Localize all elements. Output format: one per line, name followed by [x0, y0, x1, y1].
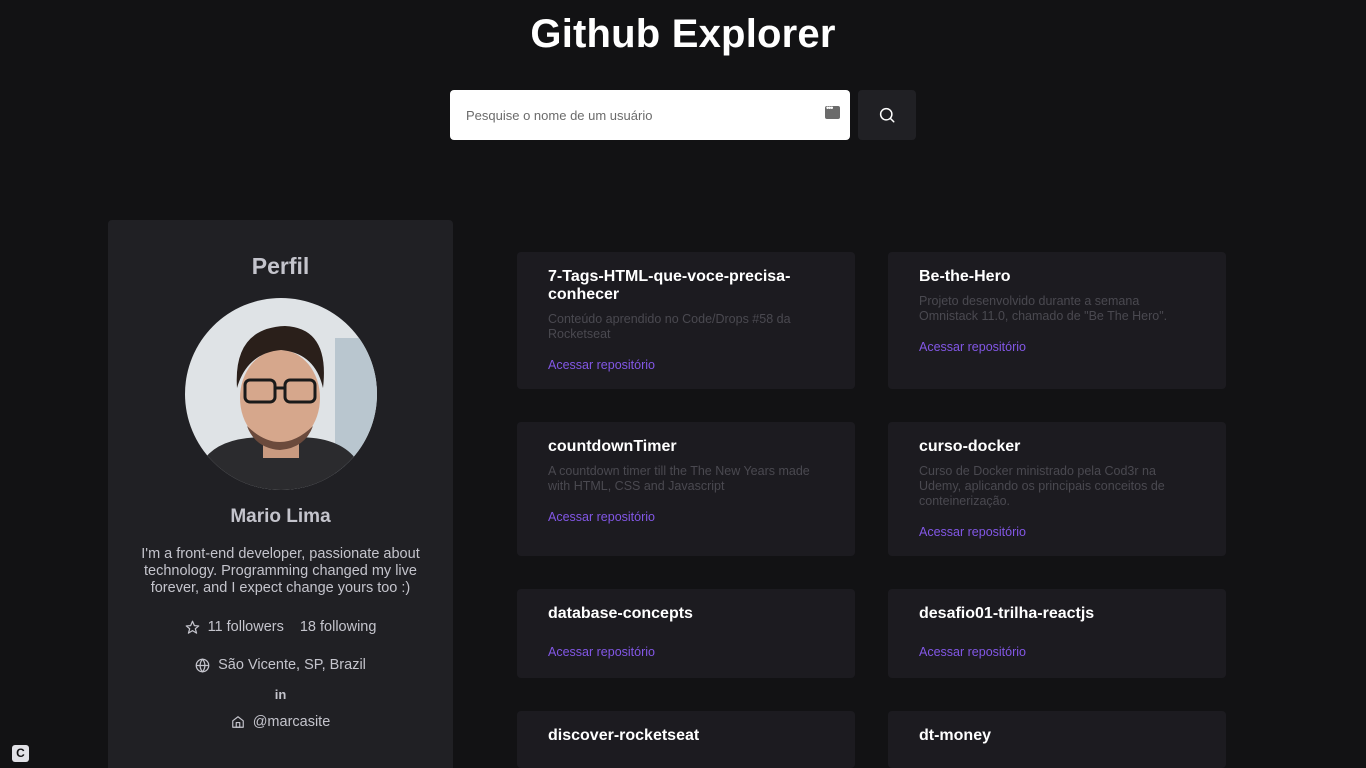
repo-description: Projeto desenvolvido durante a semana Om… — [919, 294, 1168, 323]
repo-card: Be-the-Hero Projeto desenvolvido durante… — [888, 252, 1226, 389]
profile-site[interactable]: @marcasite — [108, 714, 453, 730]
repo-link[interactable]: Acessar repositório — [919, 645, 1195, 659]
repo-card: discover-rocketseat — [517, 711, 855, 768]
repo-name: Be-the-Hero — [919, 268, 1011, 285]
repo-name: database-concepts — [548, 605, 693, 622]
password-manager-icon[interactable] — [825, 103, 840, 119]
site-text: @marcasite — [252, 714, 331, 730]
profile-location: São Vicente, SP, Brazil — [108, 657, 453, 673]
location-text: São Vicente, SP, Brazil — [218, 657, 366, 673]
profile-bio: I'm a front-end developer, passionate ab… — [141, 546, 420, 596]
repo-card: desafio01-trilha-reactjs Acessar reposit… — [888, 589, 1226, 678]
repo-description: A countdown timer till the The New Years… — [548, 464, 810, 493]
repo-link[interactable]: Acessar repositório — [919, 525, 1195, 539]
search-button[interactable] — [858, 90, 916, 140]
repo-card: countdownTimer A countdown timer till th… — [517, 422, 855, 556]
followers-count: 11 followers — [207, 619, 284, 635]
repo-link[interactable]: Acessar repositório — [548, 645, 824, 659]
repo-card: database-concepts Acessar repositório — [517, 589, 855, 678]
linkedin-icon[interactable]: in — [108, 687, 453, 702]
repo-name: desafio01-trilha-reactjs — [919, 605, 1095, 622]
repo-name: 7-Tags-HTML-que-voce-precisa-conhecer — [548, 268, 791, 303]
repo-card: curso-docker Curso de Docker ministrado … — [888, 422, 1226, 556]
profile-name: Mario Lima — [230, 506, 331, 527]
repo-description: Curso de Docker ministrado pela Cod3r na… — [919, 464, 1165, 508]
follow-stats: 11 followers 18 following — [108, 619, 453, 635]
repo-link[interactable]: Acessar repositório — [548, 358, 824, 372]
search-field[interactable] — [450, 90, 850, 140]
extension-icon[interactable]: C — [12, 745, 29, 762]
search-input[interactable] — [450, 90, 850, 140]
repo-link[interactable]: Acessar repositório — [919, 340, 1195, 354]
repo-card: dt-money — [888, 711, 1226, 768]
search-bar — [450, 90, 916, 140]
following-count: 18 following — [299, 619, 377, 635]
page-title: Github Explorer — [530, 12, 836, 56]
repo-card: 7-Tags-HTML-que-voce-precisa-conhecer Co… — [517, 252, 855, 389]
home-icon — [231, 716, 244, 728]
search-icon — [879, 107, 895, 123]
avatar — [184, 298, 377, 490]
repo-name: countdownTimer — [548, 438, 677, 455]
repo-description: Conteúdo aprendido no Code/Drops #58 da … — [548, 312, 791, 341]
profile-card: Perfil Mario Lima I'm a front-end develo… — [108, 220, 453, 768]
profile-heading: Perfil — [251, 253, 310, 279]
star-icon — [185, 620, 199, 634]
repo-name: discover-rocketseat — [548, 727, 700, 744]
repo-name: dt-money — [919, 727, 991, 744]
globe-icon — [195, 657, 210, 673]
repo-name: curso-docker — [919, 438, 1021, 455]
repo-link[interactable]: Acessar repositório — [548, 510, 824, 524]
